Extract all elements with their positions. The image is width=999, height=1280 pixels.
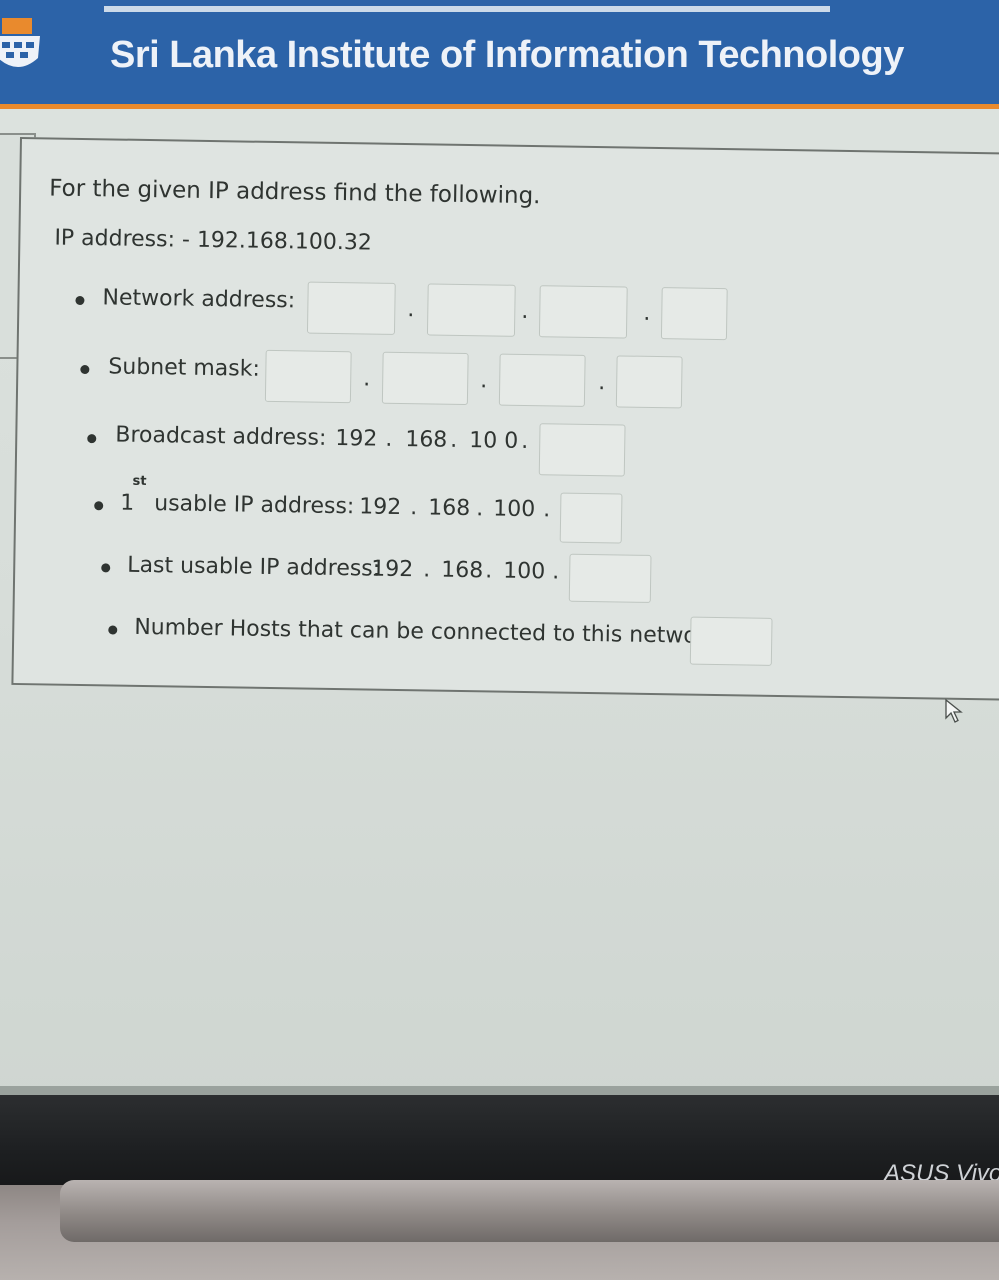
broadcast-octet-3: 10 0 [469,428,519,454]
subnet-octet-3-input[interactable] [498,353,586,407]
question-panel: For the given IP address find the follow… [11,137,999,701]
question-instruction: For the given IP address find the follow… [48,175,541,210]
sliit-logo-icon [0,18,40,67]
broadcast-address-label: Broadcast address: [115,422,327,451]
first-usable-label: usable IP address: [154,491,355,520]
bullet [108,625,118,635]
laptop-bezel [0,1095,999,1190]
octet-separator: . [521,298,529,325]
octet-separator: . [363,366,371,392]
octet-separator: . [543,497,551,523]
octet-separator: . [643,300,651,326]
broadcast-octet-1: 192 [335,425,378,452]
mouse-pointer-icon [945,698,963,723]
first-usable-octet-2: 168 [428,495,471,522]
octet-separator: . [410,495,418,521]
bullet [87,434,97,444]
screen: Sri Lanka Institute of Information Techn… [0,0,999,1105]
octet-separator: . [485,558,493,584]
subnet-octet-4-input[interactable] [615,355,683,409]
network-address-label: Network address: [102,285,296,314]
octet-separator: . [407,297,415,323]
octet-separator: . [385,426,393,452]
bullet [75,295,85,306]
octet-separator: . [476,496,484,522]
hosts-count-input[interactable] [689,616,773,666]
given-ip-address: IP address: - 192.168.100.32 [54,225,373,256]
subnet-mask-label: Subnet mask: [108,354,261,382]
octet-separator: . [480,368,488,394]
broadcast-octet-2: 168 [405,427,448,453]
octet-separator: . [423,557,431,583]
network-octet-1-input[interactable] [306,281,396,335]
first-usable-octet-4-input[interactable] [559,492,623,544]
laptop-hinge [60,1180,999,1242]
first-usable-ordinal-suffix: st [132,473,147,490]
octet-separator: . [521,428,529,455]
last-usable-octet-4-input[interactable] [568,553,652,603]
bullet [101,563,111,573]
network-octet-2-input[interactable] [426,283,516,337]
octet-separator: . [552,559,560,585]
subnet-octet-1-input[interactable] [264,349,352,404]
last-usable-octet-3: 100 [503,558,546,585]
bullet [94,501,104,511]
network-octet-3-input[interactable] [538,285,628,339]
site-title: Sri Lanka Institute of Information Techn… [110,34,904,76]
first-usable-octet-3: 100 [493,496,536,523]
first-usable-octet-1: 192 [359,494,402,521]
header-top-bar [104,6,830,12]
subnet-octet-2-input[interactable] [381,351,469,406]
site-header: Sri Lanka Institute of Information Techn… [0,0,999,109]
octet-separator: . [450,427,458,453]
last-usable-octet-2: 168 [441,557,484,584]
octet-separator: . [598,370,606,396]
last-usable-octet-1: 192 [371,556,414,583]
network-octet-4-input[interactable] [660,287,728,341]
last-usable-label: Last usable IP address: [127,552,381,582]
bullet [80,364,90,375]
first-usable-ordinal: 1 [120,490,135,516]
hosts-count-label: Number Hosts that can be connected to th… [134,614,727,650]
broadcast-octet-4-input[interactable] [538,423,626,477]
